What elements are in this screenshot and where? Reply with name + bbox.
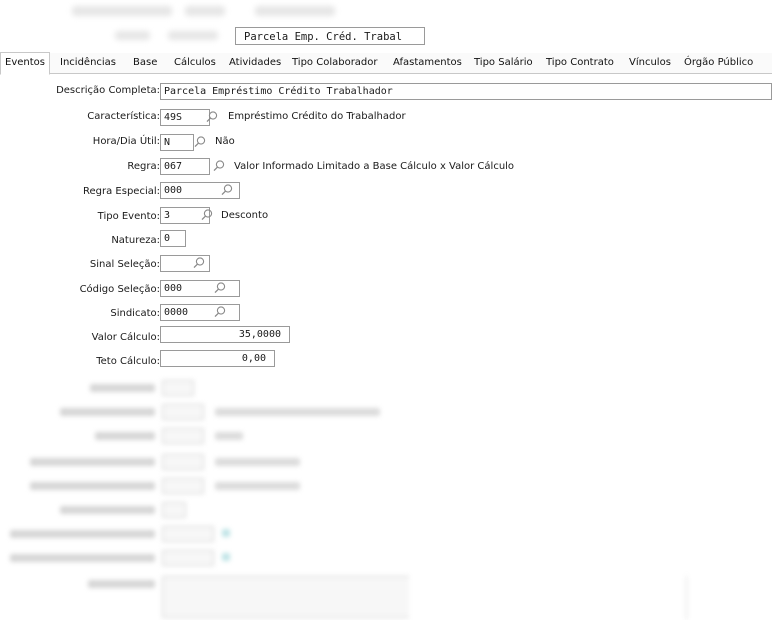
tab-tipo-salario[interactable]: Tipo Salário bbox=[474, 53, 533, 73]
regra-input[interactable]: 067 bbox=[160, 158, 210, 175]
codigo-selecao-input[interactable]: 000 bbox=[160, 280, 240, 297]
caracteristica-description: Empréstimo Crédito do Trabalhador bbox=[228, 111, 406, 122]
tab-base[interactable]: Base bbox=[133, 53, 157, 73]
magnifier-icon[interactable] bbox=[213, 281, 227, 295]
tab-vinculos[interactable]: Vínculos bbox=[629, 53, 671, 73]
magnifier-icon[interactable] bbox=[193, 135, 207, 149]
tab-calculos[interactable]: Cálculos bbox=[174, 53, 216, 73]
natureza-label: Natureza: bbox=[111, 235, 160, 246]
regra-description: Valor Informado Limitado a Base Cálculo … bbox=[234, 161, 515, 172]
magnifier-icon[interactable] bbox=[192, 256, 206, 270]
hora-dia-util-input[interactable]: N bbox=[160, 134, 194, 151]
magnifier-icon[interactable] bbox=[220, 183, 234, 197]
caracteristica-input[interactable]: 49S bbox=[160, 109, 210, 126]
blurred-lower-section bbox=[0, 372, 772, 620]
tab-afastamentos[interactable]: Afastamentos bbox=[393, 53, 462, 73]
hora-dia-util-description: Não bbox=[215, 136, 235, 147]
magnifier-icon[interactable] bbox=[213, 305, 227, 319]
teto-calculo-input[interactable]: 0,00 bbox=[160, 350, 275, 367]
codigo-selecao-label: Código Seleção: bbox=[79, 284, 160, 295]
tab-orgao-publico[interactable]: Órgão Público bbox=[684, 53, 753, 73]
sinal-selecao-label: Sinal Seleção: bbox=[89, 259, 160, 270]
tipo-evento-description: Desconto bbox=[221, 210, 269, 221]
regra-label: Regra: bbox=[127, 161, 160, 172]
tipo-evento-label: Tipo Evento: bbox=[97, 211, 160, 222]
teto-calculo-label: Teto Cálculo: bbox=[96, 356, 160, 367]
tab-eventos[interactable]: Eventos bbox=[0, 52, 50, 75]
short-name-field[interactable]: Parcela Emp. Créd. Trabal bbox=[235, 27, 425, 45]
tab-tipo-contrato[interactable]: Tipo Contrato bbox=[546, 53, 614, 73]
magnifier-icon[interactable] bbox=[205, 110, 219, 124]
descricao-completa-input[interactable]: Parcela Empréstimo Crédito Trabalhador bbox=[160, 83, 772, 100]
descricao-completa-label: Descrição Completa: bbox=[56, 85, 160, 96]
tab-tipo-colaborador[interactable]: Tipo Colaborador bbox=[292, 53, 378, 73]
caracteristica-label: Característica: bbox=[87, 111, 160, 122]
tab-atividades[interactable]: Atividades bbox=[229, 53, 281, 73]
valor-calculo-label: Valor Cálculo: bbox=[91, 332, 160, 343]
tab-bar: Eventos Incidências Base Cálculos Ativid… bbox=[0, 52, 772, 75]
regra-especial-label: Regra Especial: bbox=[83, 186, 160, 197]
magnifier-icon[interactable] bbox=[212, 159, 226, 173]
magnifier-icon[interactable] bbox=[200, 208, 214, 222]
tab-incidencias[interactable]: Incidências bbox=[60, 53, 116, 73]
hora-dia-util-label: Hora/Dia Útil: bbox=[92, 136, 160, 147]
valor-calculo-input[interactable]: 35,0000 bbox=[160, 326, 290, 343]
natureza-input[interactable]: 0 bbox=[160, 230, 186, 247]
sindicato-label: Sindicato: bbox=[110, 308, 160, 319]
sindicato-input[interactable]: 0000 bbox=[160, 304, 240, 321]
